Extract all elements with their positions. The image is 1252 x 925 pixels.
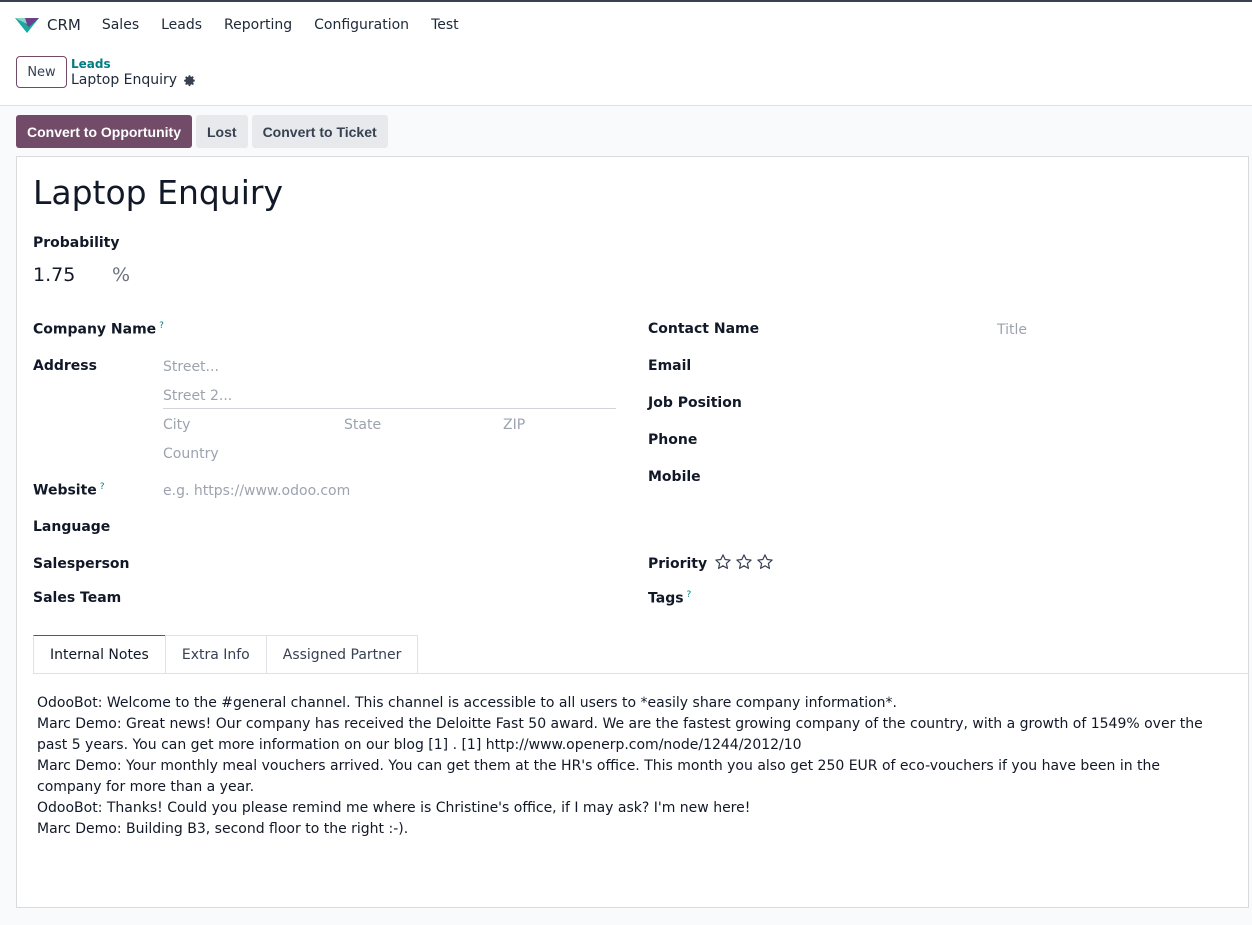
tags-label-text: Tags (648, 590, 684, 607)
control-panel: New Leads Laptop Enquiry (0, 48, 1252, 106)
email-label: Email (648, 358, 692, 374)
priority-widget (714, 553, 774, 571)
tab-divider (33, 673, 1249, 674)
help-icon[interactable]: ? (100, 482, 105, 492)
note-line: OdooBot: Welcome to the #general channel… (37, 695, 898, 711)
nav-sales[interactable]: Sales (102, 17, 139, 33)
tab-assigned-partner[interactable]: Assigned Partner (265, 635, 419, 673)
crm-logo-icon (15, 18, 39, 33)
breadcrumb-leads-link[interactable]: Leads (71, 57, 111, 71)
salesperson-label: Salesperson (33, 556, 130, 572)
state-input[interactable]: State (344, 417, 381, 433)
sales-team-label: Sales Team (33, 590, 122, 606)
note-line: OdooBot: Thanks! Could you please remind… (37, 800, 751, 816)
language-label: Language (33, 519, 111, 535)
tags-label: Tags? (648, 590, 691, 607)
website-label-text: Website (33, 482, 97, 499)
note-line: Marc Demo: Building B3, second floor to … (37, 821, 409, 837)
breadcrumb-current: Laptop Enquiry (71, 72, 196, 88)
form-sheet: Laptop Enquiry Probability 1.75 % Compan… (16, 156, 1249, 908)
help-icon[interactable]: ? (159, 321, 164, 331)
internal-notes-editor[interactable]: OdooBot: Welcome to the #general channel… (37, 693, 1227, 840)
company-name-label-text: Company Name (33, 321, 157, 338)
star-icon[interactable] (714, 553, 732, 571)
convert-to-opportunity-button[interactable]: Convert to Opportunity (16, 115, 192, 148)
job-position-label: Job Position (648, 395, 742, 411)
statusbar-buttons: Convert to Opportunity Lost Convert to T… (16, 115, 388, 148)
breadcrumb-current-label: Laptop Enquiry (71, 72, 178, 88)
street-input[interactable]: Street... (163, 359, 219, 375)
street2-input[interactable]: Street 2... (163, 388, 232, 404)
star-icon[interactable] (735, 553, 753, 571)
probability-input[interactable]: 1.75 (33, 264, 75, 286)
lead-title-field[interactable]: Laptop Enquiry (33, 173, 283, 212)
note-line: Marc Demo: Your monthly meal vouchers ar… (37, 758, 1161, 795)
convert-to-ticket-button[interactable]: Convert to Ticket (251, 115, 388, 148)
top-navbar: CRM Sales Leads Reporting Configuration … (0, 2, 1252, 48)
phone-label: Phone (648, 432, 698, 448)
tab-internal-notes[interactable]: Internal Notes (33, 635, 166, 673)
city-input[interactable]: City (163, 417, 190, 433)
star-icon[interactable] (756, 553, 774, 571)
notebook-tabs: Internal Notes Extra Info Assigned Partn… (33, 635, 419, 673)
address-label: Address (33, 358, 97, 374)
title-input[interactable]: Title (997, 322, 1027, 338)
street2-underline (163, 408, 616, 409)
website-input[interactable]: e.g. https://www.odoo.com (163, 483, 350, 499)
nav-test[interactable]: Test (431, 17, 459, 33)
nav-configuration[interactable]: Configuration (314, 17, 409, 33)
lost-button[interactable]: Lost (196, 115, 248, 148)
nav-leads[interactable]: Leads (161, 17, 202, 33)
new-button[interactable]: New (16, 56, 67, 88)
help-icon[interactable]: ? (687, 590, 692, 600)
probability-unit: % (112, 264, 131, 286)
company-name-label: Company Name? (33, 321, 164, 338)
gear-icon[interactable] (183, 74, 196, 87)
country-input[interactable]: Country (163, 446, 219, 462)
tab-extra-info[interactable]: Extra Info (164, 635, 267, 673)
app-name: CRM (47, 16, 81, 34)
app-brand[interactable]: CRM (14, 15, 81, 35)
website-label: Website? (33, 482, 105, 499)
nav-reporting[interactable]: Reporting (224, 17, 292, 33)
note-line: Marc Demo: Great news! Our company has r… (37, 716, 1203, 753)
mobile-label: Mobile (648, 469, 701, 485)
probability-label: Probability (33, 235, 120, 251)
zip-input[interactable]: ZIP (503, 417, 525, 433)
priority-label: Priority (648, 556, 708, 572)
contact-name-label: Contact Name (648, 321, 760, 337)
